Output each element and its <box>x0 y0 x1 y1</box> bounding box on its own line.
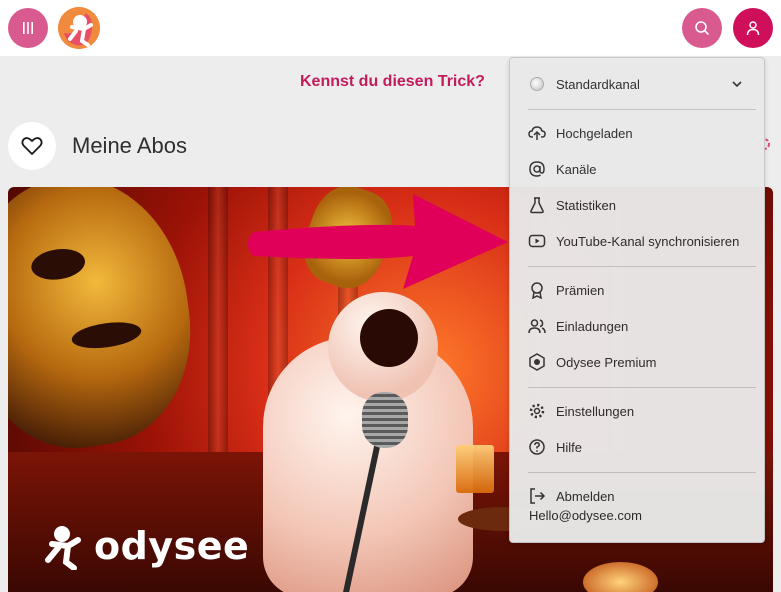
users-icon <box>528 317 546 335</box>
gear-icon <box>528 402 546 420</box>
heart-icon <box>21 137 43 155</box>
microphone-graphic <box>362 392 408 448</box>
search-button[interactable] <box>682 8 722 48</box>
menu-item-invites[interactable]: Einladungen <box>510 308 764 344</box>
page-title: Meine Abos <box>72 133 187 158</box>
youtube-icon <box>528 232 546 250</box>
menu-item-rewards[interactable]: Prämien <box>510 272 764 308</box>
glass-graphic <box>456 445 494 493</box>
menu-item-settings[interactable]: Einstellungen <box>510 393 764 429</box>
menu-bars-icon <box>23 22 33 34</box>
menu-item-uploads[interactable]: Hochgeladen <box>510 115 764 151</box>
flask-icon <box>528 196 546 214</box>
menu-button[interactable] <box>8 8 48 48</box>
account-menu: Standardkanal Hochgeladen Kanäle Statist… <box>509 57 765 543</box>
menu-item-statistics[interactable]: Statistiken <box>510 187 764 223</box>
premium-badge-icon <box>528 353 546 371</box>
watermark-text: odysee <box>94 524 250 568</box>
menu-item-youtube-sync[interactable]: YouTube-Kanal synchronisieren <box>510 223 764 259</box>
logout-icon <box>528 487 546 505</box>
arrow-graphic <box>248 194 508 289</box>
menu-item-help[interactable]: Hilfe <box>510 429 764 465</box>
channel-avatar-icon <box>530 77 544 91</box>
menu-item-premium[interactable]: Odysee Premium <box>510 344 764 380</box>
user-icon <box>746 21 760 36</box>
chevron-down-icon <box>732 81 742 88</box>
top-bar <box>0 0 781 56</box>
account-button[interactable] <box>733 8 773 48</box>
odysee-figure-icon <box>45 526 81 570</box>
at-sign-icon <box>528 160 546 178</box>
odysee-watermark: odysee <box>38 522 249 570</box>
odysee-logo-icon[interactable] <box>58 7 100 49</box>
upload-cloud-icon <box>528 124 546 142</box>
help-circle-icon <box>528 438 546 456</box>
account-email: Hello@odysee.com <box>529 508 642 523</box>
tip-link[interactable]: Kennst du diesen Trick? <box>300 73 485 91</box>
search-icon <box>695 21 709 35</box>
comedy-mask-graphic <box>8 187 206 461</box>
menu-item-channels[interactable]: Kanäle <box>510 151 764 187</box>
channel-selector[interactable]: Standardkanal <box>510 66 764 102</box>
subscriptions-heart-button[interactable] <box>8 122 56 170</box>
award-icon <box>528 281 546 299</box>
